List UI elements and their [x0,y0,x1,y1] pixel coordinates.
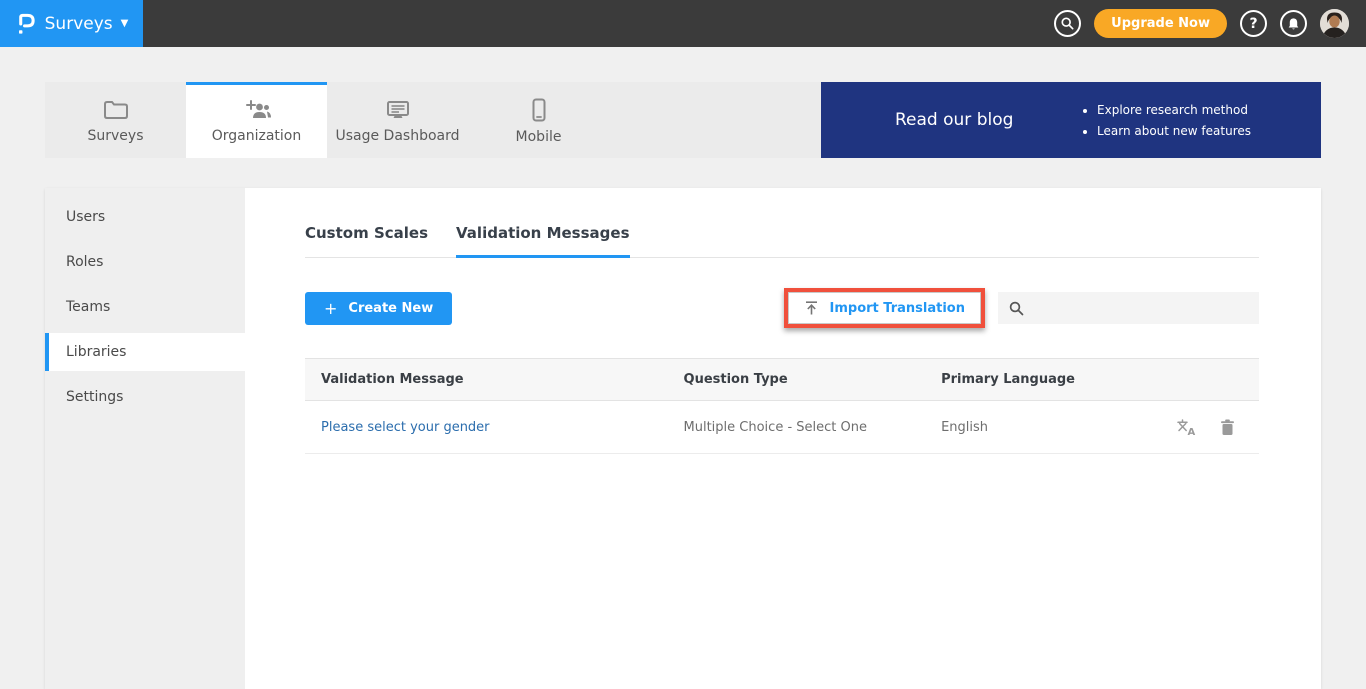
upload-icon [804,300,819,316]
blog-banner[interactable]: Read our blog Explore research method Le… [821,82,1321,158]
chevron-down-icon: ▼ [121,18,129,29]
banner-bullet: Learn about new features [1097,124,1251,138]
folder-icon [103,99,129,121]
question-mark-icon: ? [1249,16,1257,32]
mobile-icon [531,98,547,122]
nav-tab-usage-dashboard[interactable]: Usage Dashboard [327,82,468,158]
toolbar: + Create New [305,288,1259,328]
nav-tab-label: Mobile [516,129,562,145]
top-bar: Surveys ▼ Upgrade Now ? [0,0,1366,47]
sidebar-item-settings[interactable]: Settings [45,378,245,416]
user-avatar[interactable] [1320,9,1349,38]
dashboard-icon [385,99,411,121]
add-people-icon [242,99,272,121]
table-header-row: Validation Message Question Type Primary… [305,358,1259,401]
sidebar-item-teams[interactable]: Teams [45,288,245,326]
header-question-type: Question Type [668,359,926,400]
nav-tab-label: Usage Dashboard [335,128,459,144]
header-primary-language: Primary Language [925,359,1135,400]
tab-validation-messages[interactable]: Validation Messages [456,224,630,258]
create-new-label: Create New [348,301,433,316]
validation-messages-table: Validation Message Question Type Primary… [305,358,1259,454]
nav-tab-mobile[interactable]: Mobile [468,82,609,158]
header-validation-message: Validation Message [305,359,668,400]
import-translation-button[interactable]: Import Translation [788,292,981,324]
search-icon [1061,17,1074,30]
banner-title: Read our blog [895,110,1013,130]
notifications-button[interactable] [1280,10,1307,37]
primary-navigation: Surveys Organization [45,82,1321,158]
sidebar-item-users[interactable]: Users [45,198,245,236]
sidebar-item-label: Teams [66,299,110,315]
main-card: Users Roles Teams Libraries Settings Cus… [45,188,1321,689]
banner-bullet: Explore research method [1097,103,1251,117]
primary-language-cell: English [925,403,1135,452]
page-shell: Surveys Organization [45,82,1321,689]
table-row: Please select your gender Multiple Choic… [305,401,1259,454]
sidebar-item-libraries[interactable]: Libraries [45,333,245,371]
create-new-button[interactable]: + Create New [305,292,452,325]
nav-tab-organization[interactable]: Organization [186,82,327,158]
sidebar-item-label: Settings [66,389,123,405]
questionpro-logo-icon [15,11,36,37]
settings-sidebar: Users Roles Teams Libraries Settings [45,188,245,689]
svg-text:A: A [1187,427,1195,436]
nav-tab-surveys[interactable]: Surveys [45,82,186,158]
import-translation-highlight-box: Import Translation [784,288,985,328]
help-button[interactable]: ? [1240,10,1267,37]
nav-tab-bar: Surveys Organization [45,82,821,158]
product-switcher[interactable]: Surveys ▼ [0,0,143,47]
search-icon [1009,301,1024,316]
topbar-actions: Upgrade Now ? [1054,9,1366,38]
toolbar-right-group: Import Translation [784,288,1259,328]
sidebar-item-label: Roles [66,254,103,270]
bell-icon [1287,17,1300,31]
table-search-box[interactable] [998,292,1259,324]
libraries-tab-bar: Custom Scales Validation Messages [305,224,1259,258]
question-type-cell: Multiple Choice - Select One [668,403,926,452]
nav-tab-label: Organization [212,128,302,144]
libraries-content: Custom Scales Validation Messages + Crea… [245,188,1321,689]
upgrade-now-button[interactable]: Upgrade Now [1094,9,1227,38]
validation-message-link[interactable]: Please select your gender [321,420,490,435]
translate-icon[interactable]: A [1176,418,1196,436]
product-name: Surveys [45,14,113,34]
plus-icon: + [324,302,337,315]
sidebar-item-label: Users [66,209,105,225]
search-input[interactable] [1033,301,1248,316]
sidebar-item-roles[interactable]: Roles [45,243,245,281]
nav-tab-label: Surveys [88,128,144,144]
banner-bullet-list: Explore research method Learn about new … [1083,96,1251,145]
search-button[interactable] [1054,10,1081,37]
header-actions [1135,359,1259,400]
import-translation-label: Import Translation [830,301,965,316]
sidebar-item-label: Libraries [66,344,126,360]
tab-custom-scales[interactable]: Custom Scales [305,224,428,258]
delete-icon[interactable] [1220,419,1235,436]
